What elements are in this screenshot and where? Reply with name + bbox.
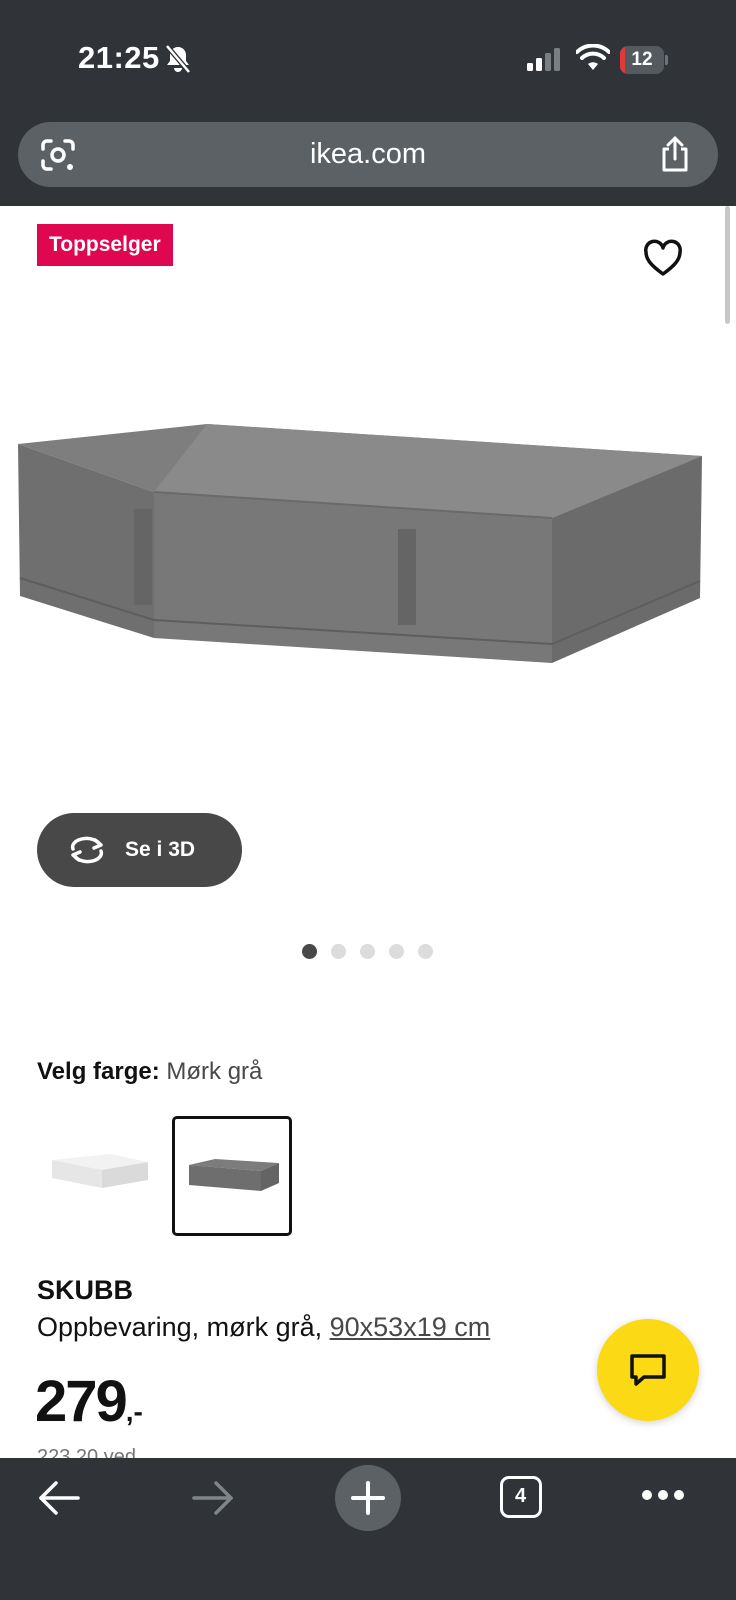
browser-bottom-toolbar: 4 <box>0 1458 736 1600</box>
swatch-white-image <box>52 1154 148 1188</box>
url-text[interactable]: ikea.com <box>18 122 718 187</box>
status-time: 21:25 <box>78 40 160 75</box>
price-suffix: ,- <box>125 1396 143 1427</box>
carousel-dot[interactable] <box>389 944 404 959</box>
product-description: Oppbevaring, mørk grå, 90x53x19 cm <box>37 1312 490 1343</box>
tab-switcher-button[interactable]: 4 <box>500 1476 542 1518</box>
more-dots-icon[interactable] <box>641 1488 685 1502</box>
address-bar[interactable]: ikea.com <box>18 122 718 187</box>
product-image[interactable] <box>12 406 724 696</box>
plus-icon <box>351 1481 385 1515</box>
product-page: Toppselger Se i 3D Velg farge: Mørk grå … <box>0 206 736 1458</box>
product-description-text: Oppbevaring, mørk grå, <box>37 1312 330 1342</box>
carousel-dot[interactable] <box>302 944 317 959</box>
cellular-signal-icon <box>527 48 560 71</box>
rotate-3d-icon <box>70 836 104 864</box>
color-label: Velg farge: <box>37 1058 160 1085</box>
carousel-dot[interactable] <box>360 944 375 959</box>
heart-icon[interactable] <box>642 238 684 278</box>
new-tab-button[interactable] <box>335 1465 401 1531</box>
product-dimensions-link[interactable]: 90x53x19 cm <box>330 1312 491 1342</box>
tab-count: 4 <box>514 1485 527 1507</box>
scrollbar[interactable] <box>725 206 730 324</box>
chat-bubble-icon <box>630 1354 666 1386</box>
carousel-dot[interactable] <box>418 944 433 959</box>
wifi-icon <box>576 44 610 70</box>
partial-price-note: 223,20 ved ... <box>37 1446 159 1458</box>
top-seller-badge: Toppselger <box>37 224 173 266</box>
forward-arrow-icon[interactable] <box>190 1478 236 1518</box>
chat-button[interactable] <box>597 1319 699 1421</box>
view-in-3d-label: Se i 3D <box>125 838 196 861</box>
color-value: Mørk grå <box>166 1058 263 1085</box>
swatch-dark-grey[interactable] <box>172 1116 292 1236</box>
back-arrow-icon[interactable] <box>36 1478 82 1518</box>
view-in-3d-button[interactable]: Se i 3D <box>37 813 242 887</box>
bell-slash-icon <box>165 44 191 74</box>
product-price: 279,- <box>35 1368 143 1435</box>
swatch-white[interactable] <box>40 1116 160 1236</box>
color-selector-label: Velg farge: Mørk grå <box>37 1058 262 1086</box>
battery-icon: 12 <box>620 46 668 74</box>
product-name: SKUBB <box>37 1275 134 1305</box>
browser-top-chrome: 21:25 12 ikea.com <box>0 0 736 206</box>
carousel-dot[interactable] <box>331 944 346 959</box>
swatch-dark-grey-image <box>189 1159 279 1191</box>
share-icon[interactable] <box>658 135 692 173</box>
price-value: 279 <box>35 1369 128 1434</box>
battery-level: 12 <box>631 49 653 70</box>
